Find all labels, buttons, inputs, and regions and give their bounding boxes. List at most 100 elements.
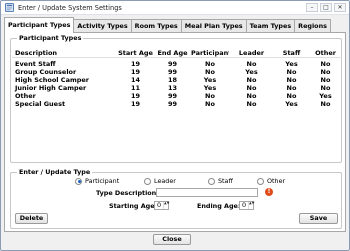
column-header-start-age[interactable]: Start Age <box>117 49 154 57</box>
cell-other: No <box>320 100 331 108</box>
save-button[interactable]: Save <box>299 213 338 224</box>
radio-staff-dot[interactable] <box>208 177 215 185</box>
starting-age-stepper[interactable]: 0 ▲▼ <box>154 201 169 210</box>
close-button[interactable]: Close <box>153 234 191 245</box>
ending-age-value: 0 <box>242 201 247 209</box>
tab-team-types[interactable]: Team Types <box>245 19 296 33</box>
type-description-input[interactable] <box>156 188 258 197</box>
table-row[interactable]: Event Staff 19 99 No No Yes No <box>12 60 342 68</box>
column-header-description[interactable]: Description <box>12 49 117 57</box>
cell-staff: Yes <box>285 60 298 68</box>
error-icon: ! <box>265 188 273 196</box>
cell-other: Yes <box>319 92 332 100</box>
close-window-button[interactable]: ✕ <box>334 3 346 12</box>
radio-leader-dot[interactable] <box>144 177 151 185</box>
tab-strip: Participant Types Activity Types Room Ty… <box>4 17 331 33</box>
cell-leader: No <box>246 92 257 100</box>
cell-end-age: 99 <box>167 60 178 68</box>
column-header-participant[interactable]: Participant <box>191 49 229 57</box>
cell-description: Event Staff <box>15 60 56 68</box>
cell-end-age: 99 <box>167 100 178 108</box>
enter-update-group: Enter / Update Type Participant Leader S… <box>10 168 342 229</box>
radio-other-label: Other <box>267 177 286 185</box>
app-icon <box>5 3 14 12</box>
cell-start-age: 11 <box>130 84 141 92</box>
starting-age-spin-arrows-icon[interactable]: ▲▼ <box>163 201 169 209</box>
cell-other: No <box>320 60 331 68</box>
cell-staff: No <box>286 92 297 100</box>
cell-end-age: 13 <box>167 84 178 92</box>
list-header: Description Start Age End Age Participan… <box>12 49 342 58</box>
cell-description: Group Counselor <box>15 68 77 76</box>
table-row[interactable]: Junior High Camper 11 13 Yes No No No <box>12 84 342 92</box>
ending-age-stepper[interactable]: 0 ▲▼ <box>239 201 254 210</box>
ending-age-label: Ending Age: <box>197 202 241 210</box>
table-row[interactable]: Special Guest 19 99 No No Yes No <box>12 100 342 108</box>
cell-description: Junior High Camper <box>15 84 87 92</box>
window-title: Enter / Update System Settings <box>18 3 122 12</box>
cell-end-age: 99 <box>167 92 178 100</box>
column-header-leader[interactable]: Leader <box>229 49 274 57</box>
cell-participant: No <box>205 92 215 100</box>
cell-participant: No <box>205 100 215 108</box>
tab-meal-plan-types[interactable]: Meal Plan Types <box>180 19 247 33</box>
cell-staff: Yes <box>285 100 298 108</box>
table-row[interactable]: Other 19 99 No No No Yes <box>12 92 342 100</box>
cell-start-age: 19 <box>130 100 141 108</box>
radio-staff-label: Staff <box>218 177 233 185</box>
cell-description: Special Guest <box>15 100 66 108</box>
maximize-button[interactable]: □ <box>320 3 332 12</box>
column-header-end-age[interactable]: End Age <box>154 49 191 57</box>
cell-leader: No <box>246 60 257 68</box>
tab-activity-types[interactable]: Activity Types <box>73 19 132 33</box>
cell-leader: No <box>246 84 257 92</box>
column-header-staff[interactable]: Staff <box>274 49 309 57</box>
cell-leader: No <box>246 76 257 84</box>
radio-other[interactable]: Other <box>257 177 285 185</box>
cell-start-age: 14 <box>130 76 141 84</box>
participant-types-panel: Participant Types Description Start Age … <box>4 32 346 232</box>
starting-age-label: Starting Age: <box>109 202 158 210</box>
radio-other-dot[interactable] <box>257 177 264 185</box>
tab-room-types[interactable]: Room Types <box>130 19 182 33</box>
cell-end-age: 99 <box>167 68 178 76</box>
cell-participant: No <box>205 68 215 76</box>
cell-leader: No <box>246 100 257 108</box>
cell-start-age: 19 <box>130 68 141 76</box>
cell-other: No <box>320 68 331 76</box>
participant-types-group-title: Participant Types <box>17 34 84 42</box>
tab-participant-types[interactable]: Participant Types <box>4 17 75 33</box>
column-header-other[interactable]: Other <box>309 49 342 57</box>
cell-description: High School Camper <box>15 76 89 84</box>
cell-description: Other <box>15 92 36 100</box>
starting-age-value: 0 <box>157 201 162 209</box>
radio-leader[interactable]: Leader <box>144 177 176 185</box>
cell-leader: Yes <box>245 68 258 76</box>
cell-participant: No <box>205 60 215 68</box>
cell-participant: Yes <box>203 76 217 84</box>
tab-regions[interactable]: Regions <box>294 19 331 33</box>
participant-types-group: Participant Types Description Start Age … <box>10 34 342 163</box>
radio-participant[interactable]: Participant <box>75 177 119 185</box>
cell-participant: Yes <box>203 84 217 92</box>
minimize-button[interactable]: – <box>306 3 318 12</box>
title-bar: Enter / Update System Settings – □ ✕ <box>1 1 349 15</box>
radio-staff[interactable]: Staff <box>208 177 233 185</box>
cell-end-age: 18 <box>167 76 178 84</box>
delete-button[interactable]: Delete <box>15 213 48 224</box>
radio-leader-label: Leader <box>154 177 176 185</box>
cell-staff: No <box>286 76 297 84</box>
cell-other: No <box>320 76 331 84</box>
table-row[interactable]: High School Camper 14 18 Yes No No No <box>12 76 342 84</box>
cell-staff: No <box>286 68 297 76</box>
radio-participant-dot[interactable] <box>75 177 82 185</box>
radio-participant-label: Participant <box>85 177 120 185</box>
cell-other: No <box>320 84 331 92</box>
settings-window: Enter / Update System Settings – □ ✕ Par… <box>0 0 350 251</box>
ending-age-spin-arrows-icon[interactable]: ▲▼ <box>248 201 254 209</box>
table-row[interactable]: Group Counselor 19 99 No Yes No No <box>12 68 342 76</box>
cell-start-age: 19 <box>130 92 141 100</box>
cell-start-age: 19 <box>130 60 141 68</box>
enter-update-group-title: Enter / Update Type <box>17 168 93 176</box>
cell-staff: No <box>286 84 297 92</box>
